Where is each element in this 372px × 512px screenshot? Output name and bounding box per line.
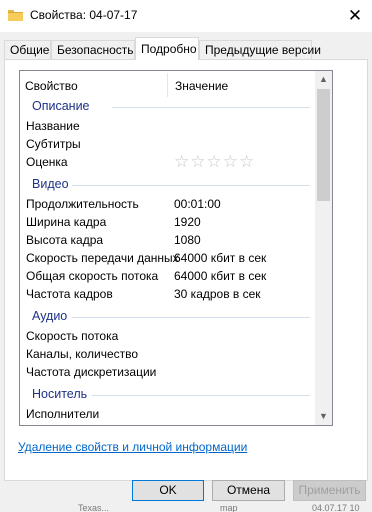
property-value[interactable]: 64000 кбит в сек [174, 269, 266, 283]
property-name: Исполнители [26, 407, 100, 421]
folder-icon [8, 10, 23, 21]
apply-button[interactable]: Применить [293, 480, 366, 501]
property-value[interactable]: 64000 кбит в сек [174, 251, 266, 265]
property-name: Субтитры [26, 137, 81, 151]
list-item[interactable]: Субтитры [20, 135, 316, 153]
cancel-button[interactable]: Отмена [212, 480, 285, 501]
list-item[interactable]: Общая скорость потока 64000 кбит в сек [20, 267, 316, 285]
group-label: Видео [32, 177, 69, 191]
list-item[interactable]: Исполнители [20, 405, 316, 423]
property-name: Ширина кадра [26, 215, 107, 229]
property-name: Скорость передачи данных [26, 251, 179, 265]
rating-stars-icon[interactable]: ☆☆☆☆☆ [174, 152, 255, 172]
property-name: Скорость потока [26, 329, 119, 343]
property-value[interactable]: 00:01:00 [174, 197, 221, 211]
list-item[interactable]: Продолжительность 00:01:00 [20, 195, 316, 213]
list-item[interactable]: Название [20, 117, 316, 135]
column-value[interactable]: Значение [175, 79, 228, 93]
list-item[interactable]: Оценка ☆☆☆☆☆ [20, 152, 316, 172]
scrollbar-thumb[interactable] [317, 89, 330, 201]
tab-security[interactable]: Безопасность [51, 40, 135, 59]
title-bar: Свойства: 04-07-17 ✕ [0, 0, 372, 32]
list-item[interactable]: Скорость потока [20, 327, 316, 345]
background-window-strip: Texas... map 04.07.17 10 [0, 504, 372, 512]
group-divider [112, 107, 310, 108]
tab-general[interactable]: Общие [4, 40, 51, 59]
group-description: Описание [20, 98, 316, 116]
group-media: Носитель [20, 386, 316, 404]
property-name: Оценка [26, 155, 68, 169]
property-value[interactable]: 30 кадров в сек [174, 287, 261, 301]
remove-properties-link[interactable]: Удаление свойств и личной информации [18, 440, 247, 454]
group-divider [72, 185, 310, 186]
property-name: Название [26, 119, 80, 133]
property-name: Каналы, количество [26, 347, 139, 361]
ok-button[interactable]: OK [132, 480, 204, 501]
tab-details[interactable]: Подробно [135, 37, 199, 60]
scroll-up-icon[interactable]: ▲ [315, 71, 332, 88]
scroll-down-icon[interactable]: ▼ [315, 408, 332, 425]
group-label: Аудио [32, 309, 68, 323]
property-name: Частота дискретизации [26, 365, 157, 379]
background-text: map [220, 504, 238, 512]
tab-previous-versions[interactable]: Предыдущие версии [199, 40, 321, 59]
background-text: Texas... [78, 504, 110, 512]
window-title: Свойства: 04-07-17 [30, 8, 138, 22]
vertical-scrollbar[interactable]: ▲ ▼ [315, 71, 332, 425]
group-audio: Аудио [20, 308, 316, 326]
close-icon[interactable]: ✕ [338, 1, 372, 31]
property-name: Общая скорость потока [26, 269, 159, 283]
list-item[interactable]: Частота дискретизации [20, 363, 316, 381]
group-divider [72, 317, 310, 318]
list-item[interactable]: Высота кадра 1080 [20, 231, 316, 249]
group-label: Описание [32, 99, 90, 113]
column-property[interactable]: Свойство [25, 79, 78, 93]
background-text: 04.07.17 10 [312, 504, 360, 512]
properties-list[interactable]: Свойство Значение Описание Название Субт… [19, 70, 333, 426]
property-name: Частота кадров [26, 287, 113, 301]
property-value[interactable]: 1080 [174, 233, 201, 247]
property-name: Высота кадра [26, 233, 104, 247]
list-item[interactable]: Ширина кадра 1920 [20, 213, 316, 231]
group-video: Видео [20, 176, 316, 194]
property-name: Продолжительность [26, 197, 139, 211]
property-value[interactable]: 1920 [174, 215, 201, 229]
group-label: Носитель [32, 387, 88, 401]
list-item[interactable]: Каналы, количество [20, 345, 316, 363]
group-divider [92, 395, 310, 396]
column-divider[interactable] [167, 73, 168, 97]
column-header: Свойство Значение [20, 71, 316, 99]
list-item[interactable]: Частота кадров 30 кадров в сек [20, 285, 316, 303]
list-item[interactable]: Скорость передачи данных 64000 кбит в се… [20, 249, 316, 267]
